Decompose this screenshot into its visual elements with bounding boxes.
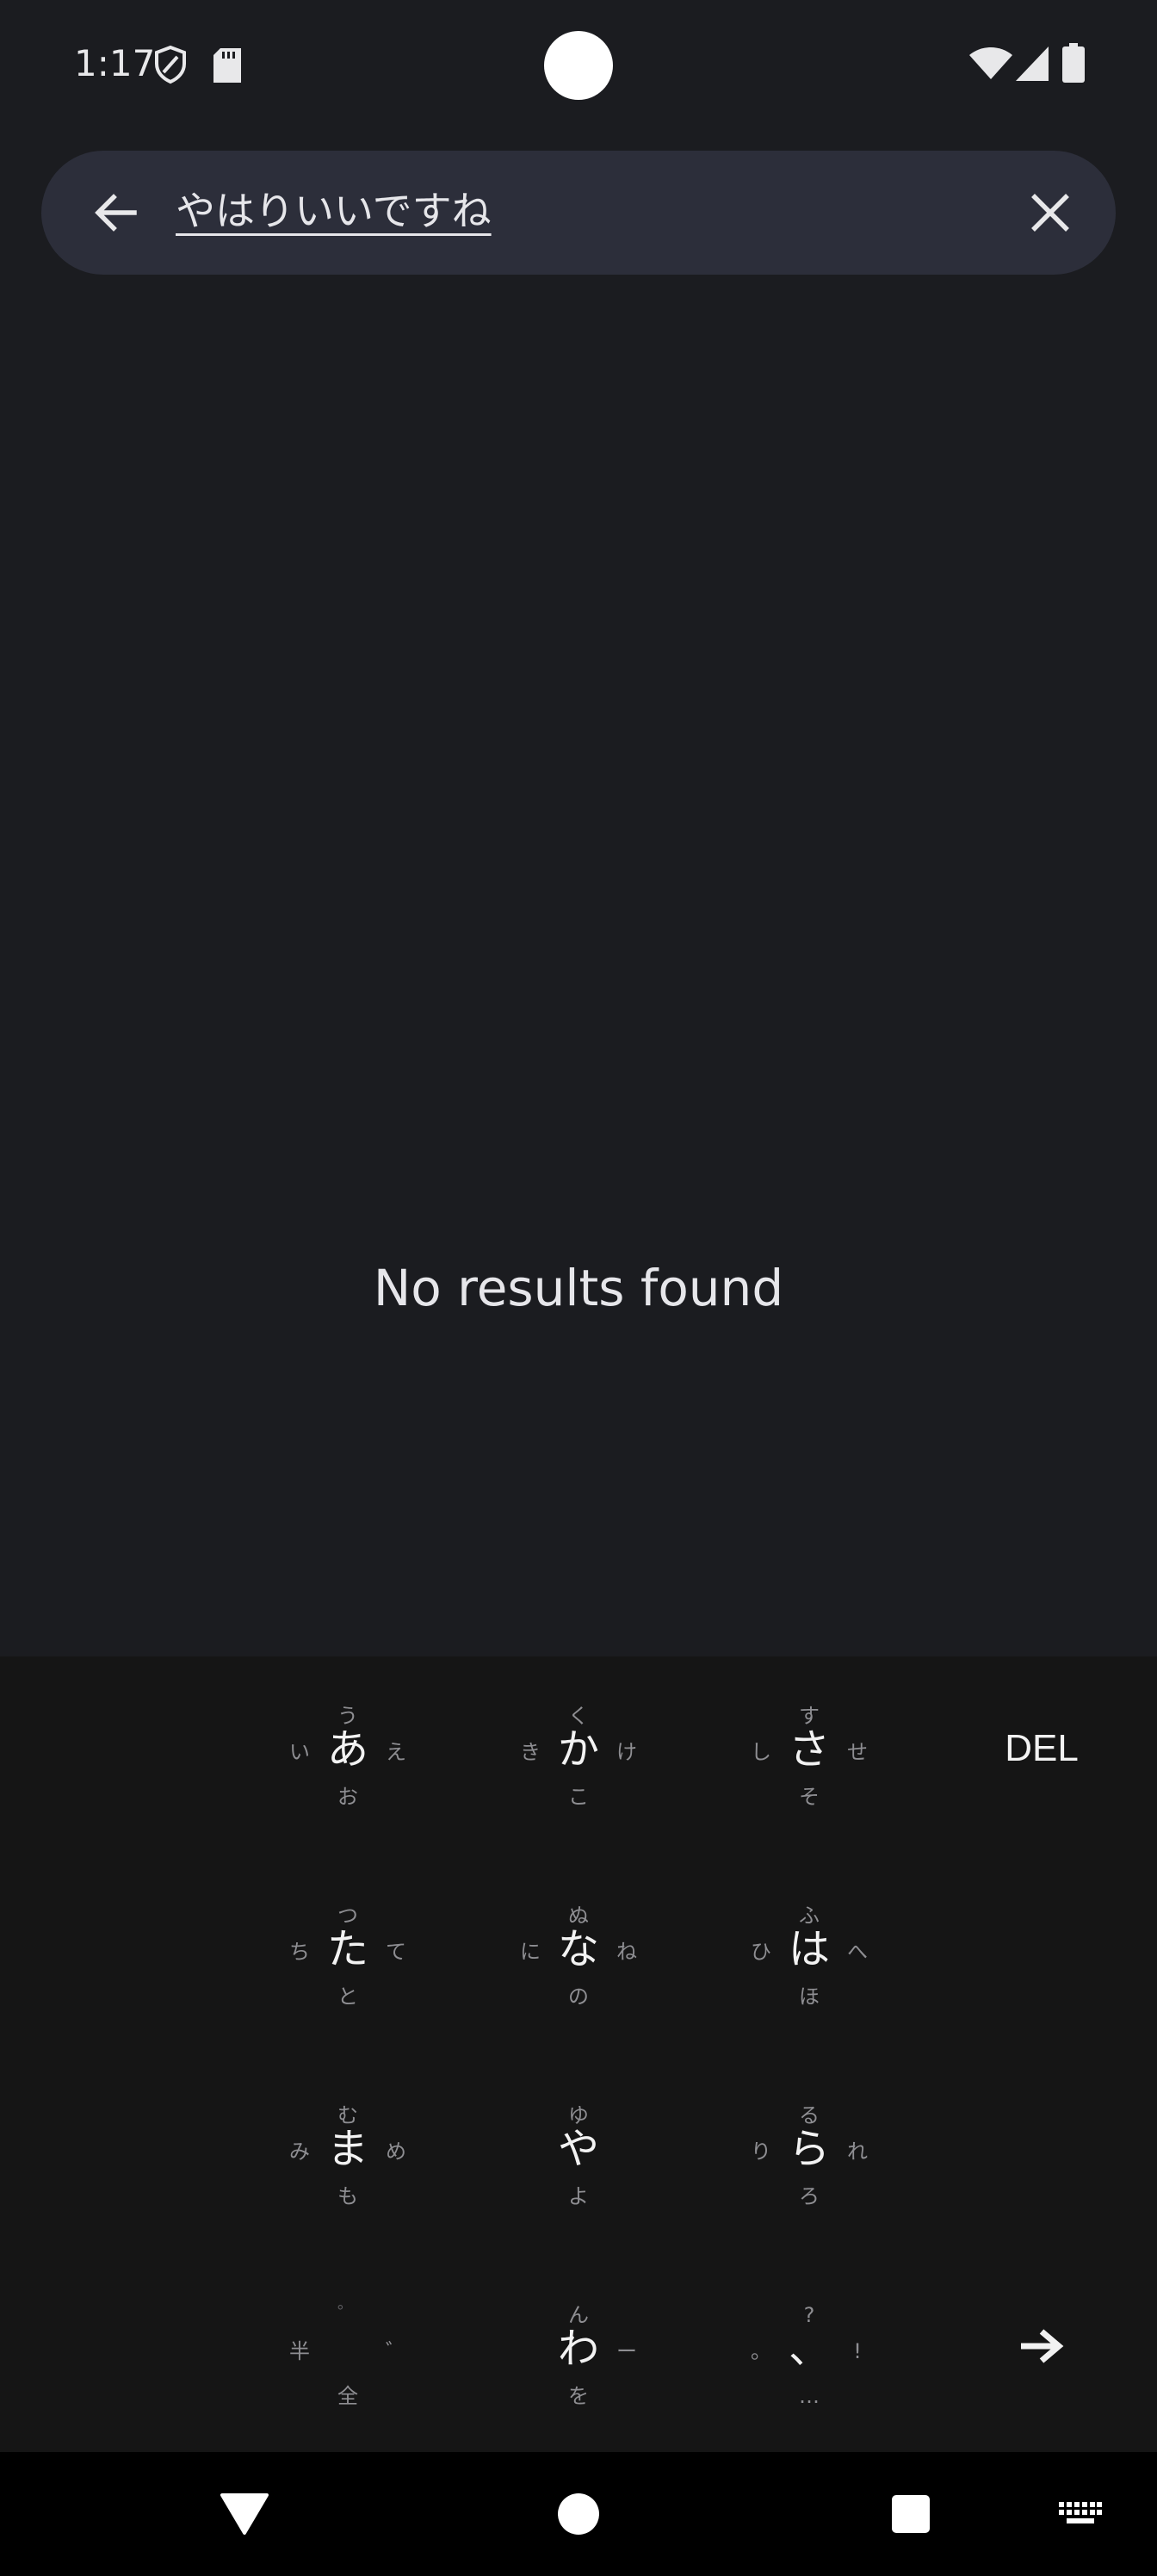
back-triangle-icon[interactable] xyxy=(220,2492,269,2535)
key-ra[interactable]: る り ら れ ろ xyxy=(732,2063,887,2235)
arrow-right-icon[interactable] xyxy=(1016,2325,1067,2368)
recents-square-icon[interactable] xyxy=(890,2493,931,2535)
key-ya[interactable]: ゆ や よ xyxy=(501,2063,656,2235)
battery-icon xyxy=(1062,43,1085,83)
sd-card-icon xyxy=(213,48,241,83)
search-input[interactable]: やはりいいですね xyxy=(176,183,492,238)
empty-results-message: No results found xyxy=(373,1259,784,1317)
camera-cutout xyxy=(544,31,613,100)
status-bar: 1:17 xyxy=(0,0,1157,129)
search-bar: やはりいいですね xyxy=(41,151,1116,275)
home-circle-icon[interactable] xyxy=(556,2492,601,2536)
shield-icon xyxy=(155,45,186,84)
key-ma[interactable]: む み ま め も xyxy=(270,2063,425,2235)
keyboard-switch-icon[interactable] xyxy=(1059,2502,1102,2526)
key-ka[interactable]: く き か け こ xyxy=(501,1663,656,1836)
key-a[interactable]: う い あ え お xyxy=(270,1663,425,1836)
key-modifier[interactable]: ゜ 半 ゛ 全 xyxy=(270,2263,425,2435)
close-icon[interactable] xyxy=(1026,189,1074,237)
key-ta[interactable]: つ ち た て と xyxy=(270,1863,425,2035)
wifi-icon xyxy=(969,47,1012,79)
navigation-bar xyxy=(0,2452,1157,2576)
key-sa[interactable]: す し さ せ そ xyxy=(732,1663,887,1836)
delete-key[interactable]: DEL xyxy=(999,1718,1085,1779)
status-time: 1:17 xyxy=(74,42,156,84)
signal-icon xyxy=(1016,46,1049,81)
arrow-left-icon[interactable] xyxy=(90,187,141,238)
key-wa[interactable]: ん わ ー を xyxy=(501,2263,656,2435)
key-ha[interactable]: ふ ひ は へ ほ xyxy=(732,1863,887,2035)
key-punctuation[interactable]: ? 。 、 ! … xyxy=(732,2263,887,2435)
key-na[interactable]: ぬ に な ね の xyxy=(501,1863,656,2035)
key-label: や xyxy=(557,2125,599,2173)
